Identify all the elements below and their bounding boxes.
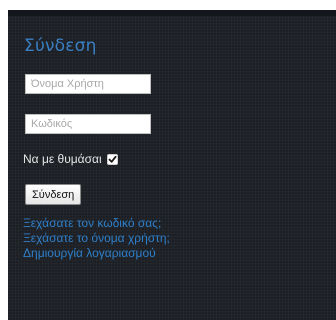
- username-input[interactable]: [25, 74, 151, 94]
- checkmark-icon: [108, 155, 117, 163]
- forgot-username-link[interactable]: Ξεχάσατε το όνομα χρήστη;: [23, 231, 170, 246]
- login-button[interactable]: Σύνδεση: [25, 184, 82, 205]
- remember-me-checkbox[interactable]: [106, 153, 118, 165]
- login-title: Σύνδεση: [24, 36, 97, 56]
- forgot-password-link[interactable]: Ξεχάσατε τον κωδικό σας;: [23, 216, 170, 231]
- create-account-link[interactable]: Δημιουργία λογαριασμού: [23, 246, 170, 261]
- remember-me-row: Να με θυμάσαι: [23, 152, 118, 166]
- help-links: Ξεχάσατε τον κωδικό σας; Ξεχάσατε το όνο…: [23, 216, 170, 261]
- password-input[interactable]: [25, 114, 151, 134]
- remember-me-label: Να με θυμάσαι: [23, 152, 102, 166]
- login-panel: Σύνδεση Να με θυμάσαι Σύνδεση Ξεχάσατε τ…: [8, 10, 336, 320]
